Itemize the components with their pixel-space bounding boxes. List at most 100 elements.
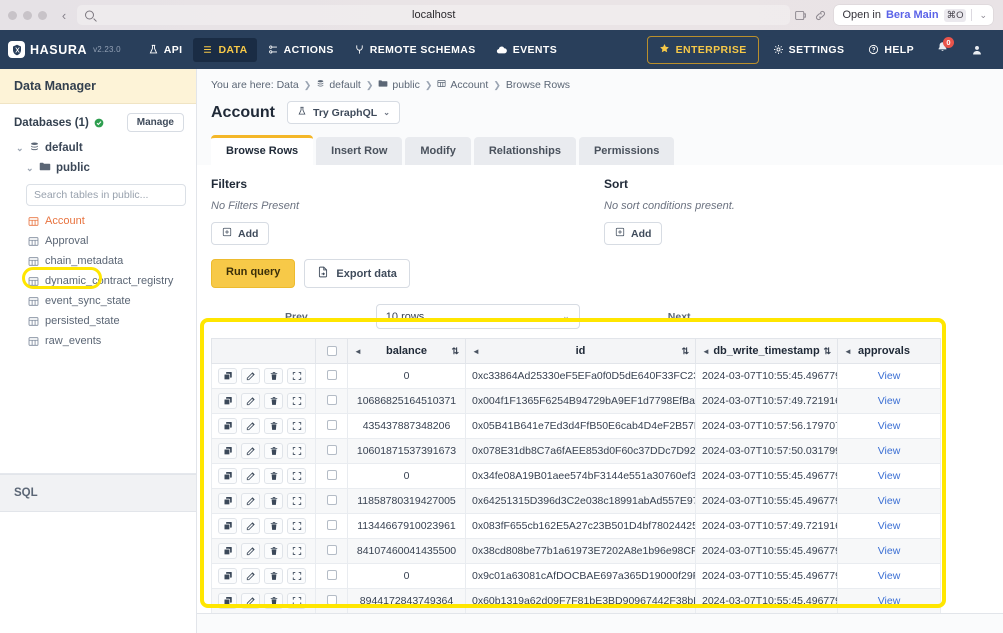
delete-row-icon[interactable] xyxy=(264,593,283,609)
expand-row-icon[interactable] xyxy=(287,493,306,509)
delete-row-icon[interactable] xyxy=(264,543,283,559)
window-traffic-lights[interactable] xyxy=(8,10,47,20)
chevron-down-icon[interactable]: ⌄ xyxy=(26,163,34,174)
edit-row-icon[interactable] xyxy=(241,443,260,459)
view-approvals-link[interactable]: View xyxy=(878,420,901,432)
edit-row-icon[interactable] xyxy=(241,418,260,434)
row-checkbox[interactable] xyxy=(326,369,337,380)
view-approvals-link[interactable]: View xyxy=(878,495,901,507)
sidebar-table-account[interactable]: Account xyxy=(28,211,196,231)
breadcrumb-prefix[interactable]: You are here: Data xyxy=(211,79,299,91)
view-approvals-link[interactable]: View xyxy=(878,595,901,607)
sort-toggle-icon[interactable]: ⇅ xyxy=(451,346,459,356)
chevron-down-icon[interactable]: ⌄ xyxy=(16,143,24,154)
rows-per-page-select[interactable]: 10 rows ⌄ xyxy=(375,304,580,329)
tree-item-default[interactable]: ⌄ default xyxy=(0,138,196,158)
column-header-db-write-timestamp[interactable]: ◄ db_write_timestamp ⇅ xyxy=(695,338,838,364)
notifications-button[interactable]: 0 xyxy=(928,36,957,63)
delete-row-icon[interactable] xyxy=(264,368,283,384)
column-header-id[interactable]: ◄ id ⇅ xyxy=(465,338,696,364)
nav-item-actions[interactable]: ACTIONS xyxy=(259,38,343,62)
collapse-column-icon[interactable]: ◄ xyxy=(354,347,362,356)
nav-item-help[interactable]: HELP xyxy=(858,38,924,62)
open-in-app-button[interactable]: Open in Bera Main ⌘O ⌄ xyxy=(834,5,993,25)
sidebar-table-approval[interactable]: Approval xyxy=(28,231,196,251)
view-approvals-link[interactable]: View xyxy=(878,370,901,382)
sidebar-table-raw-events[interactable]: raw_events xyxy=(28,331,196,351)
enterprise-button[interactable]: ENTERPRISE xyxy=(646,35,759,64)
row-checkbox[interactable] xyxy=(326,519,337,530)
sidebar-table-dynamic-contract-registry[interactable]: dynamic_contract_registry xyxy=(28,271,196,291)
delete-row-icon[interactable] xyxy=(264,443,283,459)
row-checkbox[interactable] xyxy=(326,444,337,455)
user-account-button[interactable] xyxy=(961,38,993,62)
row-checkbox[interactable] xyxy=(326,469,337,480)
tab-permissions[interactable]: Permissions xyxy=(578,137,675,165)
clone-row-icon[interactable] xyxy=(218,543,237,559)
link-icon[interactable] xyxy=(814,9,827,22)
nav-item-events[interactable]: EVENTS xyxy=(487,38,566,62)
view-approvals-link[interactable]: View xyxy=(878,545,901,557)
edit-row-icon[interactable] xyxy=(241,393,260,409)
edit-row-icon[interactable] xyxy=(241,543,260,559)
edit-row-icon[interactable] xyxy=(241,518,260,534)
tab-relationships[interactable]: Relationships xyxy=(473,137,576,165)
try-graphql-button[interactable]: Try GraphQL ⌄ xyxy=(287,101,400,124)
row-checkbox[interactable] xyxy=(326,419,337,430)
clone-row-icon[interactable] xyxy=(218,493,237,509)
sidebar-item-sql[interactable]: SQL xyxy=(0,473,196,512)
export-data-button[interactable]: Export data xyxy=(304,259,410,288)
edit-row-icon[interactable] xyxy=(241,468,260,484)
tab-modify[interactable]: Modify xyxy=(405,137,471,165)
breadcrumb-item-default[interactable]: default xyxy=(316,79,361,91)
expand-row-icon[interactable] xyxy=(287,543,306,559)
view-approvals-link[interactable]: View xyxy=(878,470,901,482)
url-bar[interactable]: localhost xyxy=(77,5,791,25)
select-all-checkbox[interactable] xyxy=(326,346,337,356)
view-approvals-link[interactable]: View xyxy=(878,570,901,582)
breadcrumb-item-account[interactable]: Account xyxy=(437,79,488,91)
breadcrumb-item-public[interactable]: public xyxy=(378,79,420,91)
clone-row-icon[interactable] xyxy=(218,518,237,534)
clone-row-icon[interactable] xyxy=(218,443,237,459)
extensions-icon[interactable] xyxy=(794,9,807,22)
view-approvals-link[interactable]: View xyxy=(878,445,901,457)
delete-row-icon[interactable] xyxy=(264,493,283,509)
expand-row-icon[interactable] xyxy=(287,518,306,534)
add-filter-button[interactable]: Add xyxy=(211,222,270,245)
manage-button[interactable]: Manage xyxy=(126,113,184,132)
expand-row-icon[interactable] xyxy=(287,593,306,609)
collapse-column-icon[interactable]: ◄ xyxy=(702,347,710,356)
sidebar-table-event-sync-state[interactable]: event_sync_state xyxy=(28,291,196,311)
add-sort-button[interactable]: Add xyxy=(604,222,663,245)
clone-row-icon[interactable] xyxy=(218,368,237,384)
prev-page-button[interactable]: Prev xyxy=(273,306,320,328)
sidebar-table-chain-metadata[interactable]: chain_metadata xyxy=(28,251,196,271)
row-checkbox[interactable] xyxy=(326,544,337,555)
edit-row-icon[interactable] xyxy=(241,493,260,509)
row-checkbox[interactable] xyxy=(326,594,337,605)
edit-row-icon[interactable] xyxy=(241,568,260,584)
minimize-window-icon[interactable] xyxy=(23,10,32,20)
view-approvals-link[interactable]: View xyxy=(878,395,901,407)
row-checkbox[interactable] xyxy=(326,394,337,405)
expand-row-icon[interactable] xyxy=(287,443,306,459)
collapse-column-icon[interactable]: ◄ xyxy=(472,347,480,356)
sidebar-table-persisted-state[interactable]: persisted_state xyxy=(28,311,196,331)
delete-row-icon[interactable] xyxy=(264,518,283,534)
clone-row-icon[interactable] xyxy=(218,418,237,434)
search-tables-input[interactable]: Search tables in public... xyxy=(26,184,186,206)
delete-row-icon[interactable] xyxy=(264,468,283,484)
tree-item-public[interactable]: ⌄ public xyxy=(0,158,196,178)
nav-item-api[interactable]: API xyxy=(139,38,192,62)
nav-item-settings[interactable]: SETTINGS xyxy=(763,38,855,62)
clone-row-icon[interactable] xyxy=(218,393,237,409)
delete-row-icon[interactable] xyxy=(264,418,283,434)
clone-row-icon[interactable] xyxy=(218,568,237,584)
expand-row-icon[interactable] xyxy=(287,393,306,409)
clone-row-icon[interactable] xyxy=(218,593,237,609)
expand-row-icon[interactable] xyxy=(287,418,306,434)
chevron-down-icon[interactable]: ⌄ xyxy=(977,10,989,21)
delete-row-icon[interactable] xyxy=(264,568,283,584)
expand-row-icon[interactable] xyxy=(287,568,306,584)
